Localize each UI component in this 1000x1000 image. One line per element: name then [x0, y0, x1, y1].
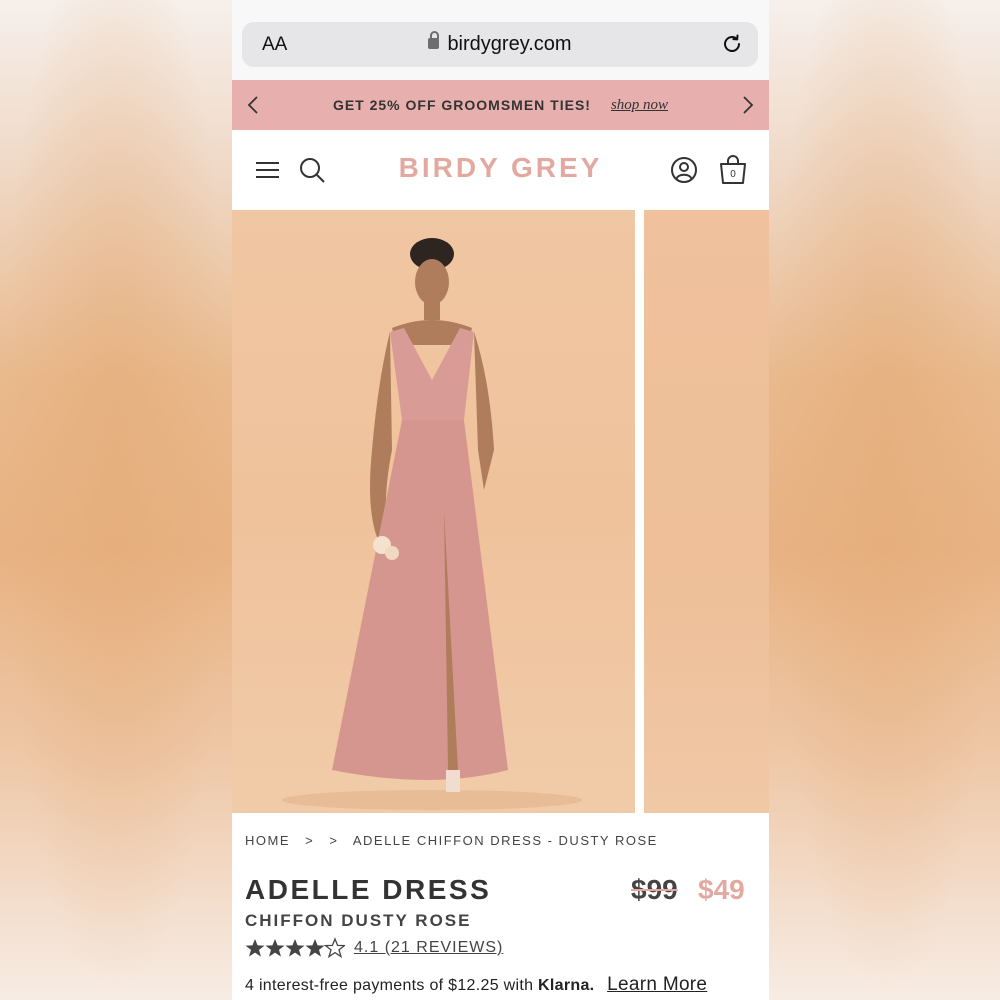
original-price: $99 — [631, 874, 678, 905]
promo-text: GET 25% OFF GROOMSMEN TIES! — [332, 97, 591, 113]
background-blur-left — [0, 0, 232, 1000]
star-icon — [285, 939, 305, 957]
shop-now-link[interactable]: shop now — [611, 97, 668, 114]
sale-price: $49 — [698, 874, 745, 905]
text-size-button[interactable]: AA — [262, 34, 287, 56]
product-title: ADELLE DRESS — [245, 874, 492, 905]
star-icon — [245, 939, 265, 957]
star-icon — [323, 937, 345, 959]
star-rating[interactable] — [245, 937, 345, 959]
promo-banner: GET 25% OFF GROOMSMEN TIES! shop now — [232, 80, 769, 130]
star-icon — [305, 939, 325, 957]
product-photo-next[interactable] — [644, 210, 769, 813]
chevron-left-icon[interactable] — [244, 94, 264, 116]
star-icon — [265, 939, 285, 957]
model-illustration — [282, 238, 582, 810]
product-subtitle: CHIFFON DUSTY ROSE — [245, 911, 472, 930]
url-text[interactable]: birdygrey.com — [447, 33, 571, 56]
address-bar[interactable]: AA birdygrey.com — [242, 22, 758, 67]
reload-icon[interactable] — [720, 32, 744, 56]
breadcrumb-home[interactable]: HOME — [245, 833, 290, 848]
cart-count: 0 — [730, 169, 736, 180]
account-icon[interactable] — [668, 154, 700, 186]
klarna-logo: Klarna. — [538, 977, 595, 994]
learn-more-link[interactable]: Learn More — [607, 974, 707, 995]
shopping-bag-icon[interactable]: 0 — [717, 154, 749, 186]
breadcrumb-separator: > — [329, 833, 339, 848]
lock-icon — [428, 31, 440, 49]
chevron-right-icon[interactable] — [737, 94, 757, 116]
browser-toolbar: AA birdygrey.com — [232, 0, 769, 80]
product-photo-main[interactable] — [232, 210, 635, 813]
site-header: BIRDY GREY 0 — [232, 130, 769, 210]
product-gallery[interactable] — [232, 210, 769, 813]
reviews-link[interactable]: 4.1 (21 REVIEWS) — [354, 939, 503, 957]
background-blur-right — [769, 0, 1000, 1000]
breadcrumb-separator: > — [305, 833, 315, 848]
installments-text: 4 interest-free payments of $12.25 with — [245, 977, 534, 994]
breadcrumb: HOME > > ADELLE CHIFFON DRESS - DUSTY RO… — [245, 833, 668, 848]
phone-screen: AA birdygrey.com GET 25% OFF GROOMSMEN T… — [232, 0, 769, 1000]
breadcrumb-current: ADELLE CHIFFON DRESS - DUSTY ROSE — [352, 833, 658, 848]
installments-info: 4 interest-free payments of $12.25 with … — [245, 974, 707, 996]
